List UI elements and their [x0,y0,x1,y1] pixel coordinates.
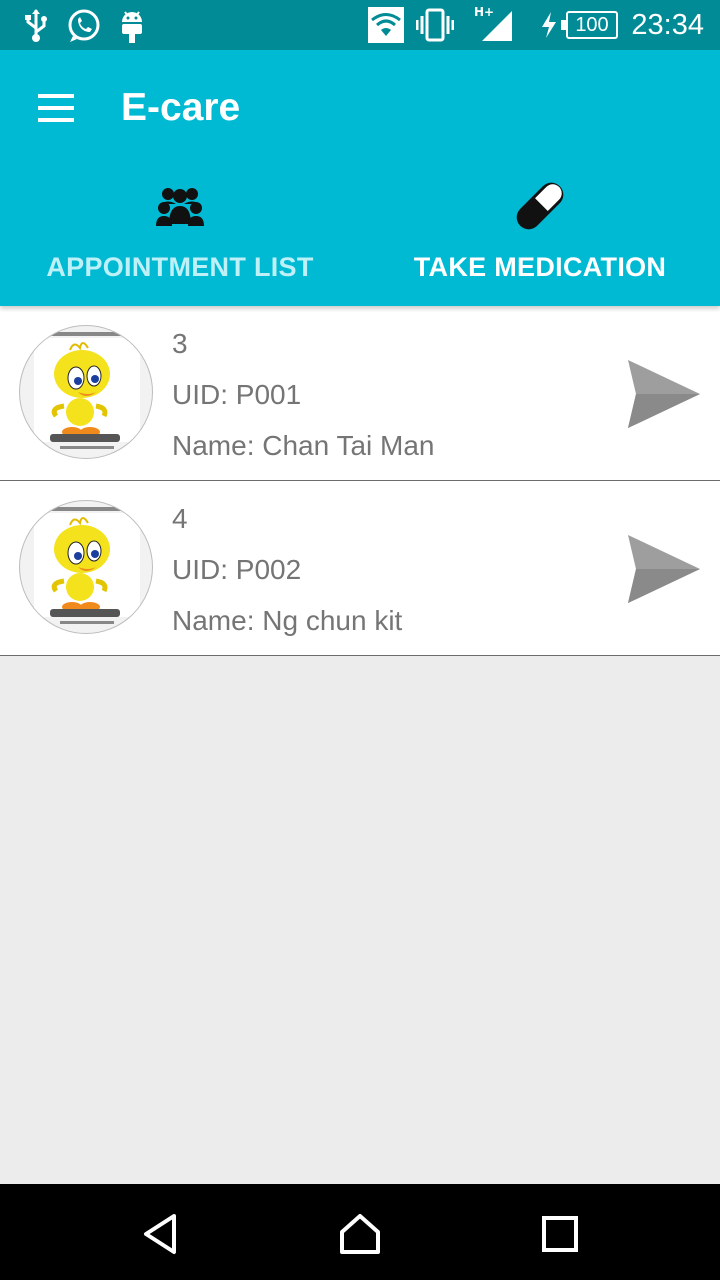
send-icon[interactable] [626,533,702,605]
list-item[interactable]: 3 UID: P001 Name: Chan Tai Man [0,306,720,481]
tweety-bird-icon [34,332,140,449]
charging-icon [542,12,556,38]
patient-info: 4 UID: P002 Name: Ng chun kit [172,501,402,654]
hamburger-menu-icon[interactable] [30,86,82,130]
wifi-icon [368,7,404,43]
tab-appointment-list-label: APPOINTMENT LIST [46,252,314,282]
group-icon [156,188,204,226]
vibrate-icon [416,8,454,42]
back-icon[interactable] [138,1212,182,1256]
home-icon[interactable] [338,1212,382,1256]
app-bar: E-care APPOINTMENT LIST TAKE MEDICATION [0,50,720,306]
whatsapp-icon [68,9,100,42]
signal-icon: H+ [474,5,512,41]
patient-name: Name: Ng chun kit [172,605,403,636]
patient-info: 3 UID: P001 Name: Chan Tai Man [172,326,435,479]
navigation-bar [0,1184,720,1280]
tab-appointment-list[interactable]: APPOINTMENT LIST [0,168,360,306]
patient-number: 3 [172,328,188,359]
tab-take-medication-label: TAKE MEDICATION [413,252,667,282]
tweety-bird-icon [34,507,140,624]
avatar [19,325,153,459]
list-item[interactable]: 4 UID: P002 Name: Ng chun kit [0,481,720,656]
recents-icon[interactable] [538,1212,582,1256]
tab-take-medication[interactable]: TAKE MEDICATION [360,168,720,306]
send-icon[interactable] [626,358,702,430]
pill-icon [516,182,564,230]
patient-uid: UID: P002 [172,554,302,585]
android-debug-icon [122,11,142,43]
app-title: E-care [121,86,241,129]
patient-number: 4 [172,503,188,534]
battery-indicator: 100 [561,11,618,39]
patient-uid: UID: P001 [172,379,302,410]
avatar [19,500,153,634]
svg-text:H+: H+ [474,5,494,19]
status-time: 23:34 [631,9,704,41]
patient-name: Name: Chan Tai Man [172,430,435,461]
status-bar: H+ 100 23:34 [0,0,720,50]
usb-icon [25,9,47,42]
patient-list: 3 UID: P001 Name: Chan Tai Man 4 UID: P0… [0,306,720,656]
